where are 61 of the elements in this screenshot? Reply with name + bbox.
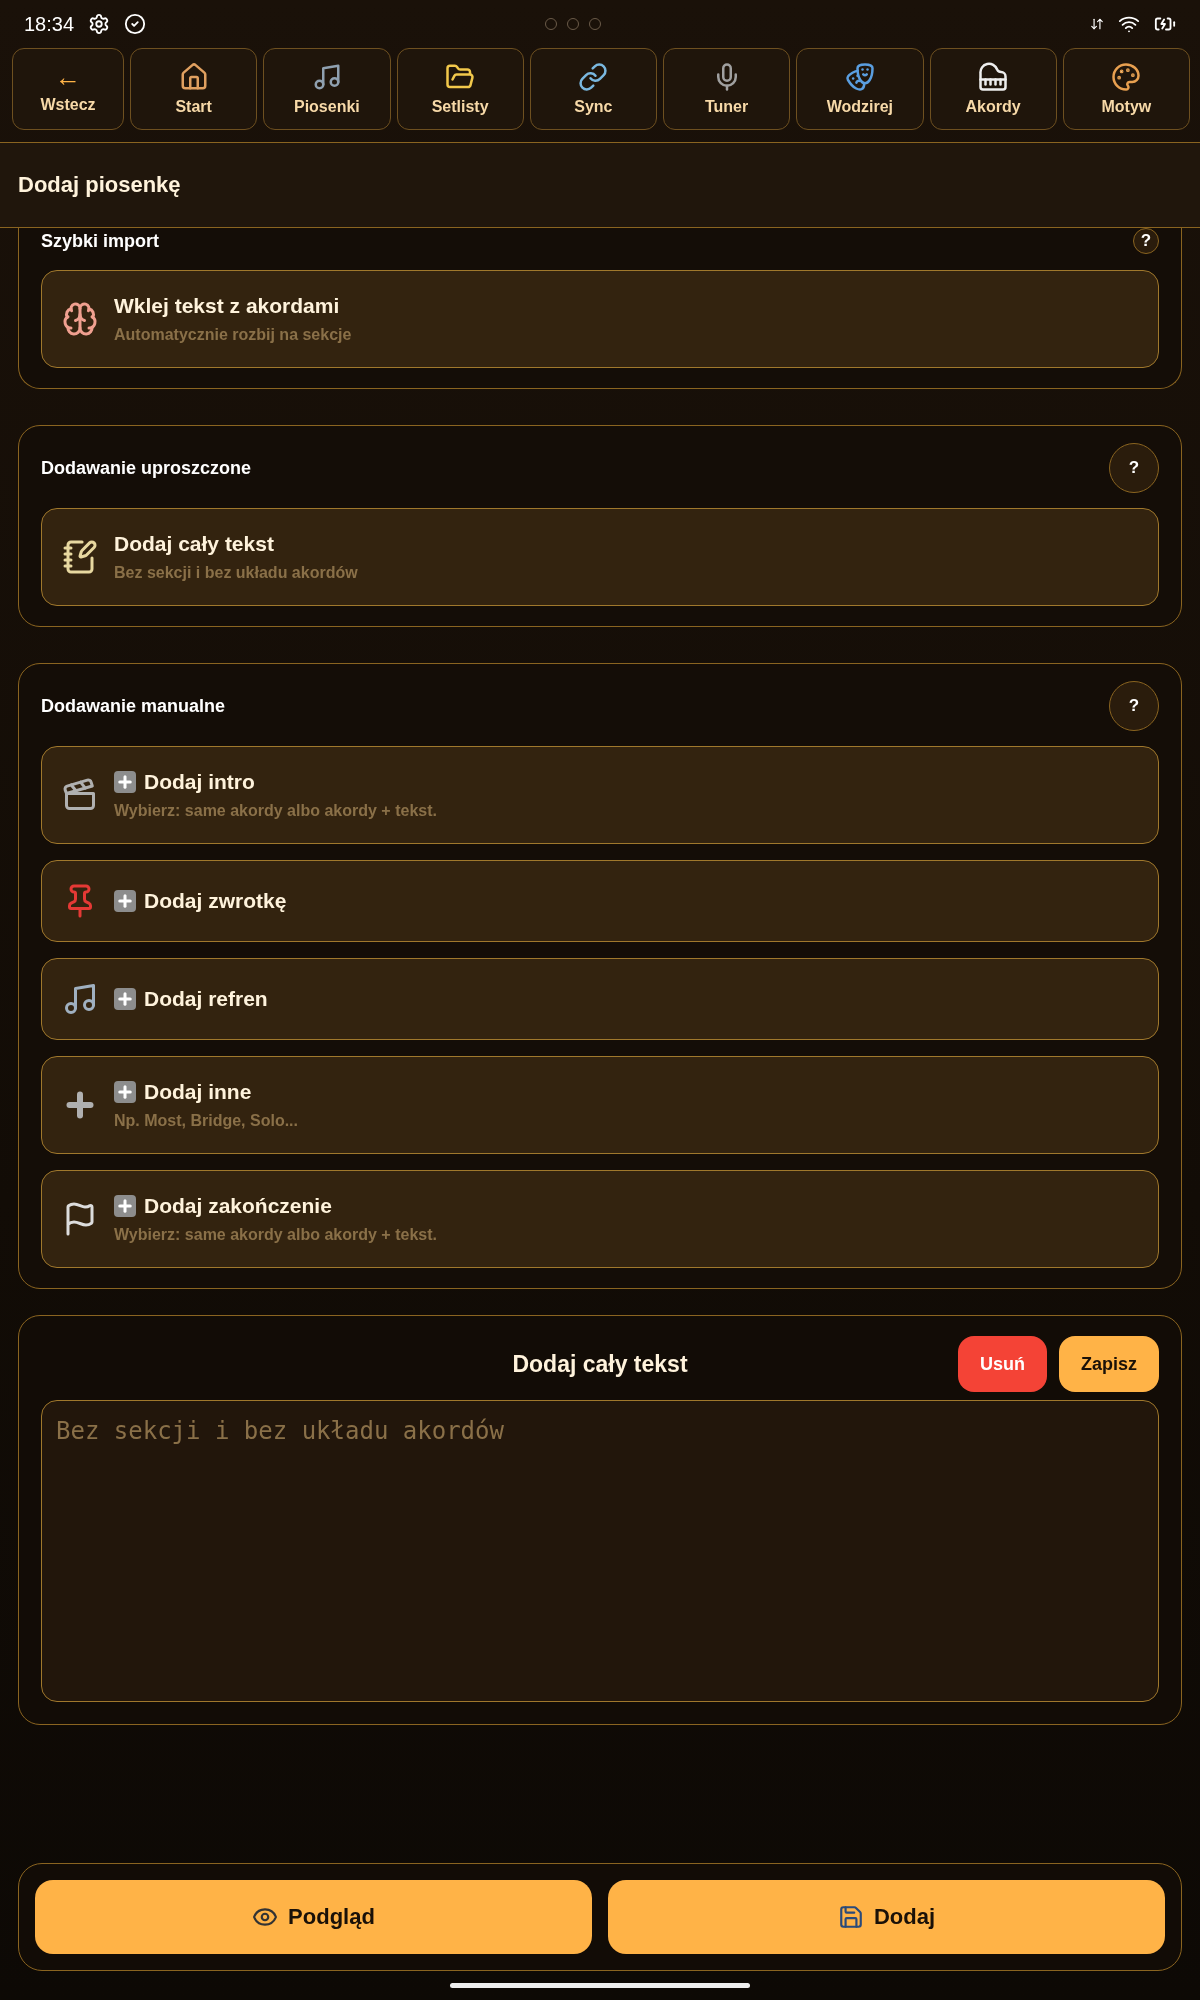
preview-button[interactable]: Podgląd <box>35 1880 592 1954</box>
help-button[interactable]: ? <box>1109 681 1159 731</box>
house-icon <box>178 62 209 92</box>
plus-icon <box>114 771 136 793</box>
palette-icon <box>1111 62 1142 92</box>
back-arrow-icon: ← <box>55 64 81 90</box>
lyrics-input[interactable]: Bez sekcji i bez układu akordów <box>41 1400 1159 1702</box>
check-circle-icon <box>124 13 147 35</box>
section-title: Szybki import <box>41 230 160 252</box>
notepad-icon <box>62 539 98 575</box>
option-subtitle: Wybierz: same akordy albo akordy + tekst. <box>114 802 437 820</box>
plus-icon <box>114 988 136 1010</box>
option-subtitle: Automatycznie rozbij na sekcje <box>114 326 352 344</box>
link-icon <box>578 62 609 92</box>
add-option-button[interactable]: Dodaj refren <box>41 958 1159 1040</box>
nav-button[interactable]: Akordy <box>929 48 1057 130</box>
add-button[interactable]: Dodaj <box>608 1880 1165 1954</box>
help-button[interactable]: ? <box>1109 443 1159 493</box>
masks-icon <box>844 62 875 92</box>
plus-icon <box>114 890 136 912</box>
nav-button[interactable]: Motyw <box>1062 48 1190 130</box>
brain-icon <box>62 301 98 337</box>
add-option-button[interactable]: Dodaj intro Wybierz: same akordy albo akordy + tekst. <box>41 746 1159 844</box>
editor-title: Dodaj cały tekst <box>512 1350 688 1378</box>
add-option-button[interactable]: Wklej tekst z akordami Automatycznie rozbij na sekcje <box>41 270 1159 368</box>
page-title: Dodaj piosenkę <box>18 172 181 198</box>
nav-button[interactable]: Piosenki <box>263 48 391 130</box>
nav-button[interactable]: Wodzirej <box>796 48 924 130</box>
help-button[interactable]: ? <box>1133 228 1159 254</box>
add-option-button[interactable]: Dodaj cały tekst Bez sekcji i bez układu akordów <box>41 508 1159 606</box>
option-title: Dodaj inne <box>144 1080 252 1104</box>
option-title: Dodaj zakończenie <box>144 1194 332 1218</box>
nav-button[interactable]: Start <box>130 48 258 130</box>
nav-button[interactable]: Tuner <box>663 48 791 130</box>
section-title: Dodawanie manualne <box>41 695 226 717</box>
nav-button[interactable]: ← Wstecz <box>12 48 124 130</box>
section-title: Dodawanie uproszczone <box>41 457 252 479</box>
piano-icon <box>978 62 1009 92</box>
save-button[interactable]: Zapisz <box>1059 1336 1159 1392</box>
option-title: Dodaj zwrotkę <box>144 889 287 913</box>
data-arrows-icon <box>1090 17 1104 31</box>
add-option-button[interactable]: Dodaj inne Np. Most, Bridge, Solo... <box>41 1056 1159 1154</box>
settings-icon <box>88 13 111 35</box>
status-time: 18:34 <box>24 12 75 36</box>
add-option-button[interactable]: Dodaj zwrotkę <box>41 860 1159 942</box>
option-subtitle: Wybierz: same akordy albo akordy + tekst. <box>114 1226 437 1244</box>
music-note-icon <box>62 981 98 1017</box>
nav-button[interactable]: Setlisty <box>396 48 524 130</box>
option-title: Dodaj cały tekst <box>114 532 274 556</box>
clapperboard-icon <box>62 777 98 813</box>
option-subtitle: Bez sekcji i bez układu akordów <box>114 564 358 582</box>
plus-icon <box>114 1195 136 1217</box>
music-note-icon <box>311 62 342 92</box>
option-title: Wklej tekst z akordami <box>114 294 340 318</box>
add-option-button[interactable]: Dodaj zakończenie Wybierz: same akordy albo akordy + tekst. <box>41 1170 1159 1268</box>
delete-button[interactable]: Usuń <box>958 1336 1047 1392</box>
option-title: Dodaj refren <box>144 987 268 1011</box>
option-title: Dodaj intro <box>144 770 255 794</box>
option-subtitle: Np. Most, Bridge, Solo... <box>114 1112 298 1130</box>
plus-icon <box>114 1081 136 1103</box>
nav-button[interactable]: Sync <box>529 48 657 130</box>
